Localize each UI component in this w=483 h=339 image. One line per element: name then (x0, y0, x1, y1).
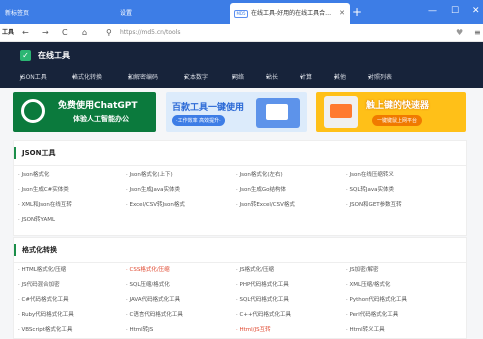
tool-link[interactable]: · SQL转Java实体类 (346, 186, 394, 194)
window-close-icon[interactable]: ✕ (472, 4, 480, 18)
banner-line1: 触上键的快速器 (366, 101, 430, 111)
tool-link[interactable]: · VBScript格式化工具 (18, 326, 72, 334)
divider (14, 165, 466, 166)
close-icon[interactable]: ✕ (339, 3, 345, 24)
favorite-heart-icon[interactable]: ♥ (456, 26, 463, 40)
menu-icon[interactable]: ≡ (474, 26, 481, 40)
tool-link[interactable]: · JS格式化/压缩 (236, 266, 274, 274)
md5-favicon-icon: MD5 (234, 9, 248, 18)
section-json-tools: JSON工具 · Json格式化 · Json格式化(上下) · Json格式化(左… (13, 140, 467, 236)
site-name[interactable]: 在线工具 (38, 49, 70, 62)
tool-link[interactable]: · Json生成C#实体类 (18, 186, 69, 194)
section-format-convert: 格式化转换 · HTML格式化/压缩 · CSS格式化/压缩 · JS格式化/压缩 ·… (13, 237, 467, 339)
profile-button[interactable]: 工具 (2, 26, 14, 40)
tool-link[interactable]: · Json在线压缩转义 (346, 171, 394, 179)
tool-link[interactable]: · Python代码格式化工具 (346, 296, 407, 304)
banner-line1: 免费使用ChatGPT (58, 101, 138, 111)
minimize-icon[interactable]: — (428, 4, 437, 18)
tab-title: 在线工具-好用的在线工具合… (251, 10, 332, 17)
new-tab-plus-icon[interactable]: + (352, 4, 362, 20)
url-text[interactable]: https://md5.cn/tools (120, 26, 181, 40)
home-icon[interactable]: ⌂ (82, 26, 87, 40)
tool-link[interactable]: · Json生成Go结构体 (236, 186, 286, 194)
tool-link[interactable]: · JSON转YAML (18, 216, 55, 224)
tool-link[interactable]: · Json转Excel/CSV格式 (236, 201, 295, 209)
tab-online-tools[interactable]: MD5 在线工具-好用的在线工具合… ✕ (230, 3, 350, 24)
back-icon[interactable]: ← (22, 26, 29, 40)
banner-tools[interactable]: 百款工具一键使用 ·工作效率 高效提升· (166, 92, 307, 132)
tool-link[interactable]: · SQL压缩/格式化 (126, 281, 170, 289)
menu-format-convert[interactable]: 格式化转换 ▾ (72, 72, 102, 84)
tool-link[interactable]: · Html/JS互转 (236, 326, 271, 334)
menu-text-number[interactable]: 文本数字 ▾ (184, 72, 208, 84)
tool-link[interactable]: · C#代码格式化工具 (18, 296, 68, 304)
tab-settings[interactable]: 设置 (115, 3, 225, 24)
site-logo-icon[interactable]: ✓ (20, 50, 31, 61)
banner-chatgpt[interactable]: 免费使用ChatGPT 体验人工智能办公 (13, 92, 156, 132)
banner-accelerator[interactable]: 触上键的快速器 一键键鼠上网平台 (316, 92, 466, 132)
tool-link[interactable]: · Excel/CSV转Json格式 (126, 201, 185, 209)
tool-link[interactable]: · Html转义工具 (346, 326, 385, 334)
tool-link[interactable]: · Json格式化(上下) (126, 171, 173, 179)
tool-link[interactable]: · PHP代码格式化工具 (236, 281, 289, 289)
menu-webmaster[interactable]: 站长 ▾ (266, 72, 278, 84)
banner-line2: ·工作效率 高效提升· (172, 115, 225, 126)
tool-link[interactable]: · SQL代码格式化工具 (236, 296, 289, 304)
section-title: 格式化转换 (14, 244, 57, 256)
tool-link[interactable]: · Perl代码格式化工具 (346, 311, 398, 319)
menu-calculate[interactable]: 计算 ▾ (300, 72, 312, 84)
browser-window: 新标签页 设置 MD5 在线工具-好用的在线工具合… ✕ + — ☐ ✕ 工具 ←… (0, 0, 483, 339)
browser-toolbar: 工具 ← → C ⌂ ⚲ https://md5.cn/tools ♥ ≡ (0, 24, 483, 42)
chatgpt-logo-icon (21, 99, 45, 123)
tab-strip: 新标签页 设置 MD5 在线工具-好用的在线工具合… ✕ + — ☐ ✕ (0, 0, 483, 24)
section-title: JSON工具 (14, 147, 55, 159)
laptop-icon (266, 104, 288, 120)
tool-link[interactable]: · JS代码混合加密 (18, 281, 60, 289)
banner-line1: 百款工具一键使用 (172, 103, 245, 113)
tool-link[interactable]: · Json格式化(左右) (236, 171, 283, 179)
tool-link[interactable]: · HTML格式化/压缩 (18, 266, 66, 274)
tool-link[interactable]: · XML和Json在线互转 (18, 201, 72, 209)
menu-other[interactable]: 其他 ▾ (334, 72, 346, 84)
tool-link[interactable]: · C语言代码格式化工具 (126, 311, 183, 319)
tool-link[interactable]: · Html转JS (126, 326, 153, 334)
tool-link[interactable]: · Json生成Java实体类 (126, 186, 180, 194)
divider (14, 262, 466, 263)
tool-link[interactable]: · JAVA代码格式化工具 (126, 296, 180, 304)
tool-link[interactable]: · XML压缩/格式化 (346, 281, 390, 289)
reload-icon[interactable]: C (62, 26, 68, 40)
tool-link[interactable]: · C++代码格式化工具 (236, 311, 291, 319)
keyboard-icon (330, 104, 352, 118)
tool-link[interactable]: · JSON和GET参数互转 (346, 201, 402, 209)
tool-link[interactable]: · CSS格式化/压缩 (126, 266, 170, 274)
tool-link[interactable]: · Ruby代码格式化工具 (18, 311, 74, 319)
tab-new-page[interactable]: 新标签页 (0, 3, 112, 24)
menu-encrypt-encode[interactable]: 加解密编码 ▾ (128, 72, 158, 84)
menu-network[interactable]: 网络 ▾ (232, 72, 244, 84)
tool-link[interactable]: · Json格式化 (18, 171, 49, 179)
menu-json-tools[interactable]: JSON工具 ▾ (20, 72, 47, 84)
forward-icon[interactable]: → (42, 26, 49, 40)
maximize-icon[interactable]: ☐ (451, 4, 459, 18)
tab-title: 设置 (120, 10, 133, 17)
banner-line2: 体验人工智能办公 (73, 115, 129, 123)
tab-title: 新标签页 (5, 10, 30, 17)
tool-link[interactable]: · JS加密/解密 (346, 266, 378, 274)
banner-line2: 一键键鼠上网平台 (372, 115, 423, 126)
search-icon: ⚲ (106, 28, 112, 37)
menu-comparison-list[interactable]: 对照列表 ▾ (368, 72, 392, 84)
